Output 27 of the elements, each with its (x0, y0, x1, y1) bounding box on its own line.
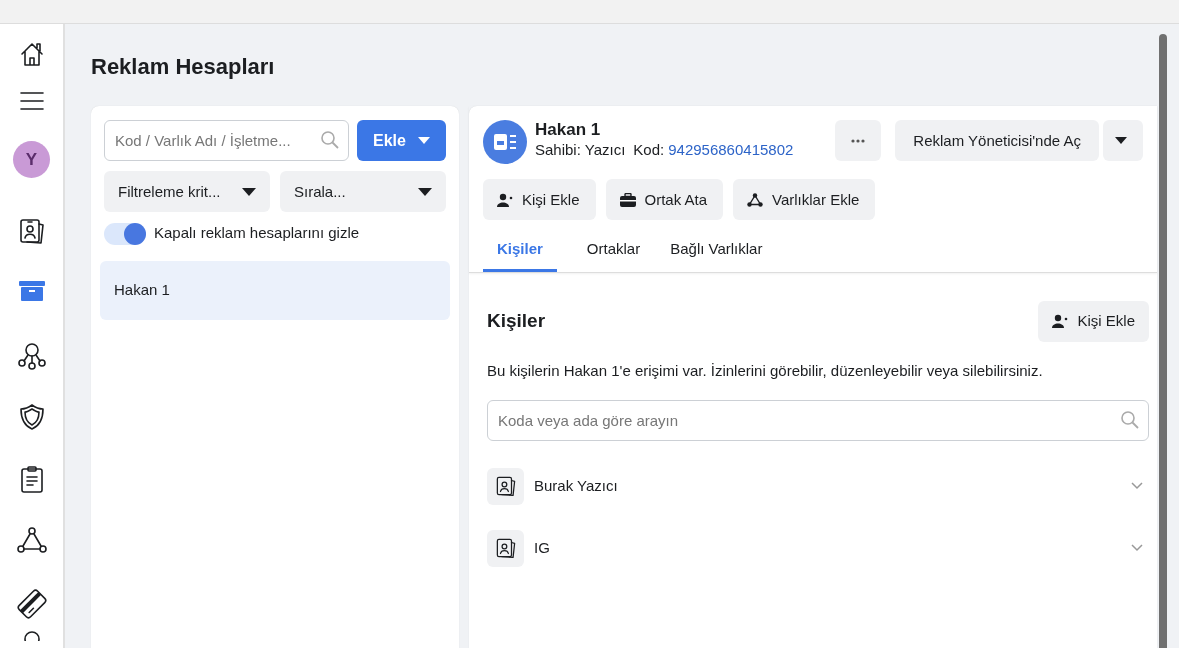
dropdown-button[interactable]: Sırala... (280, 171, 446, 213)
code-label: Kod: (633, 140, 665, 161)
add-button[interactable]: Ekle (357, 120, 446, 162)
person-row[interactable]: IG (487, 517, 1149, 580)
section-title: Kişiler (487, 309, 546, 334)
toggle-label: Kapalı reklam hesaplarını gizle (154, 223, 360, 244)
action-button[interactable]: Ortak Ata (605, 179, 724, 221)
action-button[interactable]: Kişi Ekle (483, 179, 596, 221)
person-row[interactable]: Burak Yazıcı (487, 455, 1149, 518)
account-name: Hakan 1 (535, 120, 602, 141)
tab[interactable]: Ortaklar (586, 232, 641, 272)
open-ads-manager-button[interactable]: Reklam Yöneticisi'nde Aç (895, 120, 1099, 162)
owner-text: Sahibi: Yazıcı (535, 140, 626, 161)
dropdown-button[interactable]: Filtreleme krit... (104, 171, 270, 213)
description-text: Bu kişilerin Hakan 1'e erişimi var. İzinlerini görebilir, düzenleyebilir veya silebilirsiniz. (487, 360, 1044, 381)
account-code-link[interactable]: 942956860415802 (668, 140, 794, 161)
page-title: Reklam Hesapları (91, 54, 276, 81)
tab[interactable]: Bağlı Varlıklar (670, 232, 763, 272)
person-name: Burak Yazıcı (534, 476, 618, 497)
action-button[interactable]: Varlıklar Ekle (733, 179, 876, 221)
avatar[interactable]: Y (13, 141, 50, 178)
add-person-button[interactable]: Kişi Ekle (1038, 300, 1149, 342)
search-field[interactable]: Koda veya ada göre arayın (487, 400, 1149, 442)
search-field[interactable]: Kod / Varlık Adı / İşletme... (104, 120, 349, 162)
person-name: IG (534, 538, 550, 559)
account-item[interactable]: Hakan 1 (100, 260, 450, 320)
tab[interactable]: Kişiler (483, 232, 557, 272)
